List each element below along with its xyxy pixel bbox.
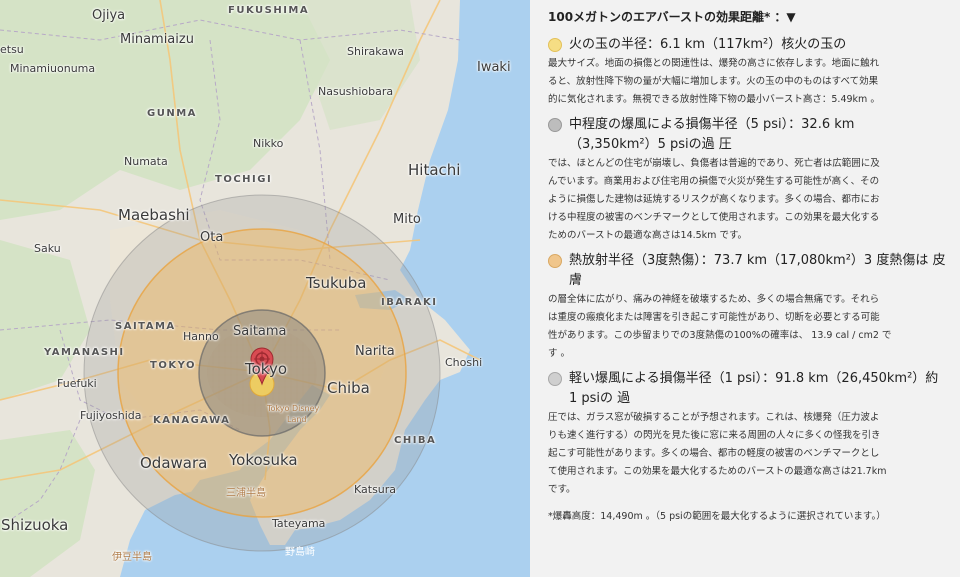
map-label-hanno: Hanno (183, 330, 219, 343)
map-label-chiba: Chiba (327, 379, 370, 397)
fireball-heading: 火の玉の半径：6.1 km（117km²）核火の玉の (569, 37, 847, 52)
moderate-blast-line-5: ためのバーストの最適な高さは14.5km です。 (548, 230, 748, 241)
map-label-miura: 三浦半島 (226, 488, 266, 499)
map-label-etsu: etsu (0, 43, 24, 56)
map-label-shirakawa: Shirakawa (347, 45, 404, 58)
map-label-choshi: Choshi (445, 356, 483, 369)
moderate-blast-line-3: ように損傷した建物は延焼するリスクが高くなります。多くの場合、都市にお (548, 194, 880, 205)
map-label-nikko: Nikko (253, 137, 284, 150)
thermal-radiation-description: の層全体に広がり、痛みの神経を破壊するため、多くの場合無痛です。それら は重度の… (548, 291, 948, 363)
light-blast-line-4: て使用されます。この効果を最大化するためのバーストの最適な高さは21.7km (548, 466, 887, 477)
map-label-minamiuonuma: Minamiuonuma (10, 62, 96, 75)
thermal-radiation-legend-dot[interactable] (548, 254, 562, 268)
map-label-kanagawa: KANAGAWA (153, 415, 231, 426)
light-blast-heading-2: 1 psiの 過 (569, 391, 631, 406)
moderate-blast-description: では、ほとんどの住宅が崩壊し、負傷者は普遍的であり、死亡者は広範囲に及 んでいま… (548, 155, 948, 245)
map-label-fujiyoshida: Fujiyoshida (80, 409, 142, 422)
map-label-saitama: Saitama (233, 324, 287, 339)
map-label-tateyama: Tateyama (272, 517, 326, 530)
map-label-izu: 伊豆半島 (112, 552, 152, 563)
thermal-radiation-line-2: は重度の瘢痕化または障害を引き起こす可能性があり、切断を必要とする可能 (548, 312, 880, 323)
map-label-ibaraki: IBARAKI (381, 297, 438, 308)
map-label-numata: Numata (124, 155, 168, 168)
moderate-blast-heading: 中程度の爆風による損傷半径（5 psi）：32.6 km (569, 117, 855, 132)
map-label-odawara: Odawara (140, 454, 208, 472)
thermal-radiation-heading-2: 膚 (569, 273, 583, 288)
effect-light-blast: 軽い爆風による損傷半径（1 psi）：91.8 km（26,450km²）約 1… (548, 369, 948, 499)
light-blast-legend-dot[interactable] (548, 372, 562, 386)
fireball-line-3: 的に気化されます。無視できる放射性降下物の最小バースト高さ：5.49km 。 (548, 94, 880, 105)
map-label-iwaki: Iwaki (477, 60, 511, 75)
effect-thermal-radiation: 熱放射半径（3度熱傷）：73.7 km（17,080km²）3 度熱傷は 皮 膚… (548, 251, 948, 363)
map-label-maebashi: Maebashi (118, 206, 190, 224)
moderate-blast-legend-dot[interactable] (548, 118, 562, 132)
map-label-katsura: Katsura (354, 483, 397, 496)
fireball-line-1: 最大サイズ。地面の損傷との関連性は、爆発の高さに依存します。地面に触れ (548, 58, 880, 69)
map-label-fuefuki: Fuefuki (57, 377, 97, 390)
map-label-gunma: GUNMA (147, 108, 197, 119)
map-label-yamanashi: YAMANASHI (44, 347, 125, 358)
fireball-line-2: ると、放射性降下物の量が大幅に増加します。火の玉の中のものはすべて効果 (548, 76, 879, 87)
map-label-fukushima: FUKUSHIMA (228, 5, 310, 16)
map-label-chiba-pref: CHIBA (394, 435, 437, 446)
light-blast-description: 圧では、ガラス窓が破損することが予想されます。これは、核爆発（圧力波よ りも速く… (548, 409, 948, 499)
thermal-radiation-line-3: 性があります。この歩留まりでの3度熱傷の100%の確率は、 13.9 cal /… (548, 330, 892, 341)
moderate-blast-line-2: んでいます。商業用および住宅用の損傷で火災が発生する可能性が高く、その (548, 176, 880, 187)
effects-panel: 100メガトンのエアバーストの効果距離* ：▼ 火の玉の半径：6.1 km（11… (530, 0, 960, 577)
thermal-radiation-line-4: す 。 (548, 348, 571, 359)
effect-fireball: 火の玉の半径：6.1 km（117km²）核火の玉の 最大サイズ。地面の損傷との… (548, 35, 948, 109)
map-label-ojiya: Ojiya (92, 8, 126, 23)
map-label-narita: Narita (355, 344, 395, 359)
light-blast-line-1: 圧では、ガラス窓が破損することが予想されます。これは、核爆発（圧力波よ (548, 412, 880, 423)
map-label-yokosuka: Yokosuka (229, 451, 298, 469)
map-label-tokyo-disney: Tokyo Disney (267, 404, 320, 413)
light-blast-heading: 軽い爆風による損傷半径（1 psi）：91.8 km（26,450km²）約 (569, 371, 939, 386)
moderate-blast-heading-2: （3,350km²）5 psiの過 圧 (569, 137, 732, 152)
map-label-nasushiobara: Nasushiobara (318, 85, 394, 98)
map-label-shizuoka: Shizuoka (1, 516, 69, 534)
map-label-tochigi: TOCHIGI (215, 174, 273, 185)
effect-moderate-blast: 中程度の爆風による損傷半径（5 psi）：32.6 km （3,350km²）5… (548, 115, 948, 245)
map-label-nobozaki: 野島崎 (285, 547, 315, 558)
moderate-blast-line-4: ける中程度の被害のベンチマークとして使用されます。この効果を最大化する (548, 212, 880, 223)
map-label-hitachi: Hitachi (408, 161, 461, 179)
map-label-mito: Mito (393, 212, 421, 227)
moderate-blast-line-1: では、ほとんどの住宅が崩壊し、負傷者は普遍的であり、死亡者は広範囲に及 (548, 158, 880, 169)
fireball-legend-dot[interactable] (548, 38, 562, 52)
map-label-minamiaizu: Minamiaizu (120, 32, 194, 47)
thermal-radiation-heading: 熱放射半径（3度熱傷）：73.7 km（17,080km²）3 度熱傷は 皮 (569, 253, 946, 268)
map-label-ota: Ota (200, 230, 224, 245)
light-blast-line-2: りも速く進行する）の閃光を見た後に窓に来る周囲の人々に多くの怪我を引き (548, 430, 881, 441)
map-label-saitama-pref: SAITAMA (115, 321, 176, 332)
map-label-land: Land (287, 415, 307, 424)
thermal-radiation-line-1: の層全体に広がり、痛みの神経を破壊するため、多くの場合無痛です。それら (548, 294, 880, 305)
map-label-tsukuba: Tsukuba (306, 274, 367, 292)
detonation-height-footnote: *爆轟高度：14,490m 。（5 psiの範囲を最大化するように選択されていま… (548, 511, 886, 522)
panel-title-dropdown[interactable]: 100メガトンのエアバーストの効果距離* ：▼ (548, 7, 948, 29)
light-blast-line-3: 起こす可能性があります。多くの場合、都市の軽度の被害のベンチマークとし (548, 448, 880, 459)
map-label-tokyo: Tokyo (245, 360, 287, 378)
map-label-tokyo-pref: TOKYO (150, 360, 196, 371)
fireball-description: 最大サイズ。地面の損傷との関連性は、爆発の高さに依存します。地面に触れ ると、放… (548, 55, 948, 109)
map-label-saku: Saku (34, 242, 61, 255)
light-blast-line-5: です。 (548, 484, 576, 495)
map-view[interactable]: Ojiya FUKUSHIMA Minamiaizu Shirakawa Iwa… (0, 0, 530, 577)
